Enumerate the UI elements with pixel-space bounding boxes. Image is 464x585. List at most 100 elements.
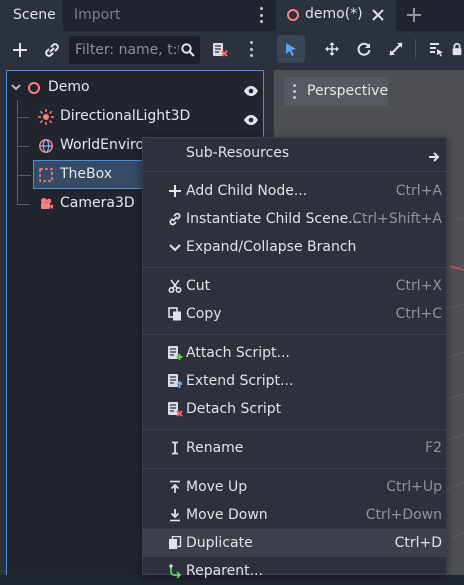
viewport-toolbar [271,31,464,69]
menu-item-reparent[interactable]: Reparent... [143,557,446,585]
kebab-menu-icon[interactable] [246,41,256,57]
scene-tab-demo[interactable]: demo(*) [276,0,396,31]
chevron-down-icon [167,239,183,255]
toolbar-divider [415,39,416,59]
move-down-icon [167,507,183,523]
rename-cursor-icon [167,440,183,456]
perspective-label: Perspective [307,83,389,99]
menu-item-shortcut: Ctrl+D [394,535,442,551]
menu-item-shortcut: Ctrl+Shift+A [352,211,442,227]
mesh-instance-icon [38,167,54,183]
menu-item-extend-script[interactable]: Extend Script... [143,367,446,395]
link-icon[interactable] [41,39,63,61]
scene-dock-tab-bar: Scene Import [0,0,271,31]
submenu-arrow-icon [428,146,442,174]
move-tool-icon[interactable] [320,37,344,61]
menu-separator [143,468,446,469]
menu-item-label: Expand/Collapse Branch [186,239,357,255]
menu-item-shortcut: F2 [425,440,442,456]
new-tab-icon[interactable] [405,6,425,26]
menu-item-shortcut: Ctrl+X [395,278,442,294]
instance-link-icon [167,211,183,227]
menu-item-expand-collapse-branch[interactable]: Expand/Collapse Branch [143,233,446,261]
node3d-icon [286,8,300,26]
menu-item-move-down[interactable]: Move Down Ctrl+Down [143,501,446,529]
world-environment-icon [38,138,54,154]
lock-icon[interactable] [450,37,464,61]
scene-filter-input[interactable] [75,36,179,64]
move-up-icon [167,479,183,495]
tree-item-label: TheBox [60,166,113,182]
copy-icon [167,306,183,322]
menu-separator [143,334,446,335]
menu-item-sub-resources[interactable]: Sub-Resources [143,139,446,167]
node-context-menu: Sub-Resources Add Child Node... Ctrl+A I… [142,137,447,579]
menu-item-label: Move Down [186,507,268,523]
menu-item-label: Add Child Node... [186,183,308,199]
menu-item-add-child-node[interactable]: Add Child Node... Ctrl+A [143,177,446,205]
tree-item-worldenvironment[interactable]: WorldEnviro [7,131,142,160]
reparent-icon [167,563,183,579]
dock-menu-icon[interactable] [256,7,266,23]
menu-item-shortcut: Ctrl+A [395,183,442,199]
menu-item-label: Duplicate [186,535,253,551]
light-icon [38,109,54,125]
tree-item-label: WorldEnviro [60,137,142,153]
menu-item-label: Reparent... [186,563,263,579]
duplicate-icon [167,535,183,551]
plus-icon [167,183,183,199]
tree-item-directionallight3d[interactable]: DirectionalLight3D [7,102,263,131]
remove-script-icon[interactable] [208,38,232,62]
select-tool-icon[interactable] [277,35,305,63]
detach-script-icon [167,401,183,417]
menu-item-cut[interactable]: Cut Ctrl+X [143,272,446,300]
menu-item-move-up[interactable]: Move Up Ctrl+Up [143,473,446,501]
menu-item-label: Cut [186,278,211,294]
tree-item-camera3d[interactable]: Camera3D [7,189,142,218]
menu-item-copy[interactable]: Copy Ctrl+C [143,300,446,328]
scene-tab-label: demo(*) [305,6,363,22]
node3d-icon [26,80,42,96]
visibility-eye-icon[interactable] [243,109,259,138]
menu-item-label: Extend Script... [186,373,294,389]
tree-item-demo[interactable]: Demo [7,73,263,102]
menu-separator [143,267,446,268]
menu-item-label: Copy [186,306,222,322]
tree-guide-line [17,175,31,176]
close-icon[interactable] [371,8,385,26]
menu-item-label: Rename [186,440,244,456]
tab-import[interactable]: Import [74,0,120,30]
tree-item-label: Camera3D [60,195,135,211]
menu-item-label: Sub-Resources [186,145,290,161]
scene-filter-box [69,36,200,64]
list-select-icon[interactable] [424,37,448,61]
attach-script-icon [167,345,183,361]
menu-separator [143,429,446,430]
tree-item-thebox[interactable]: TheBox [33,160,142,189]
menu-item-rename[interactable]: Rename F2 [143,434,446,462]
scale-tool-icon[interactable] [384,37,408,61]
menu-item-label: Move Up [186,479,248,495]
menu-item-shortcut: Ctrl+Up [386,479,442,495]
menu-item-attach-script[interactable]: Attach Script... [143,339,446,367]
menu-separator [143,171,446,172]
menu-item-label: Attach Script... [186,345,290,361]
tab-scene[interactable]: Scene [13,0,56,30]
menu-item-shortcut: Ctrl+C [395,306,442,322]
perspective-menu-button[interactable]: Perspective [284,77,388,106]
menu-item-shortcut: Ctrl+Down [365,507,442,523]
kebab-menu-icon [289,84,299,99]
add-node-icon[interactable] [9,39,31,61]
tree-item-label: Demo [48,79,90,95]
menu-item-duplicate[interactable]: Duplicate Ctrl+D [143,529,446,557]
extend-script-icon [167,373,183,389]
tree-item-label: DirectionalLight3D [60,108,191,124]
menu-item-label: Detach Script [186,401,282,417]
menu-item-instantiate-child-scene[interactable]: Instantiate Child Scene... Ctrl+Shift+A [143,205,446,233]
scissors-icon [167,278,183,294]
rotate-tool-icon[interactable] [352,37,376,61]
camera-icon [38,196,54,212]
search-icon [180,42,196,58]
menu-item-label: Instantiate Child Scene... [186,211,362,227]
menu-item-detach-script[interactable]: Detach Script [143,395,446,423]
